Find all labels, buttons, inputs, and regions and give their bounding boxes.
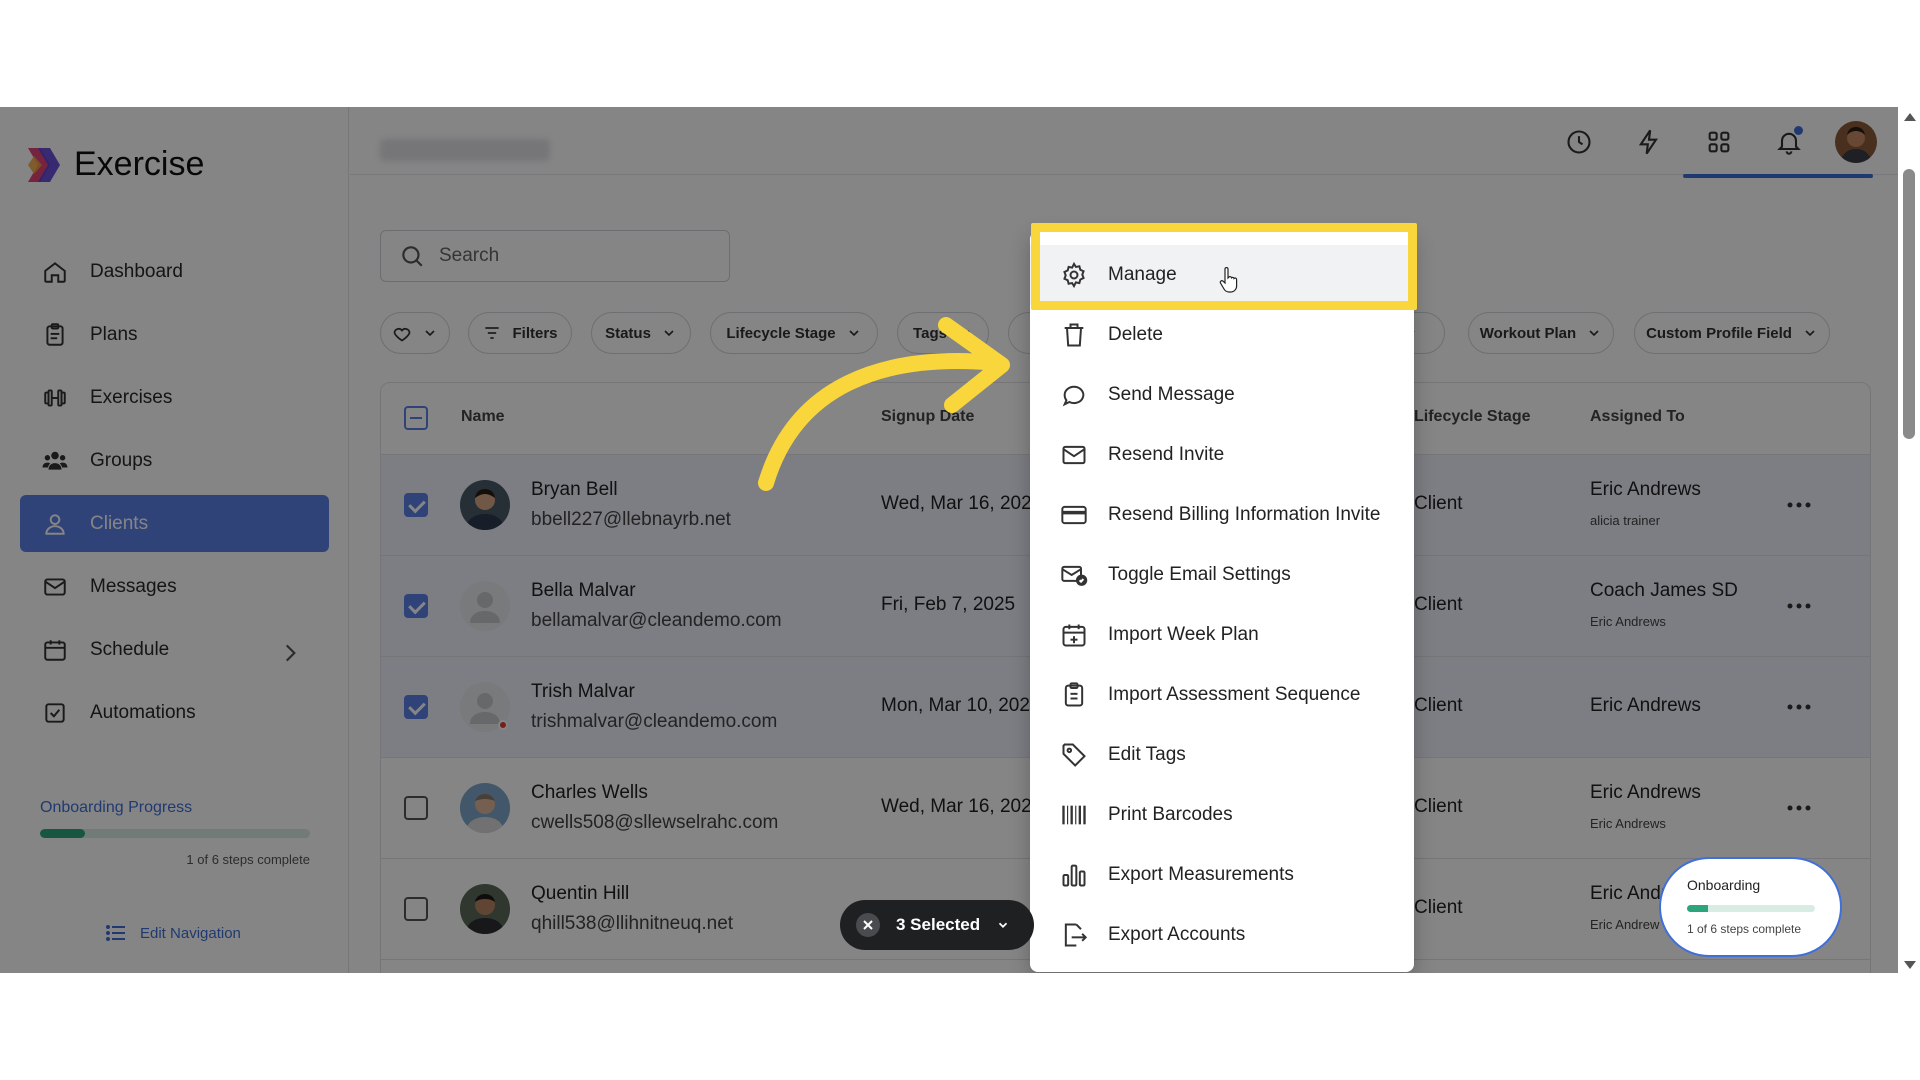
menu-item-label: Send Message — [1108, 384, 1235, 405]
mail-icon — [1062, 445, 1086, 465]
menu-item-label: Export Accounts — [1108, 924, 1246, 945]
barcode-icon — [1062, 805, 1086, 825]
onboarding-widget-steps: 1 of 6 steps complete — [1687, 922, 1802, 936]
bar-chart-icon — [1062, 864, 1086, 887]
onboarding-widget-bar — [1687, 905, 1815, 912]
menu-item-resend-invite[interactable]: Resend Invite — [1030, 425, 1414, 485]
tutorial-arrow-icon — [758, 317, 1010, 491]
clear-selection-button[interactable] — [856, 913, 880, 937]
menu-item-label: Export Measurements — [1108, 864, 1294, 885]
chat-bubble-icon — [1062, 385, 1085, 407]
menu-item-edit-tags[interactable]: Edit Tags — [1030, 725, 1414, 785]
close-icon — [863, 920, 873, 930]
menu-item-import-assessment-sequence[interactable]: Import Assessment Sequence — [1030, 665, 1414, 725]
credit-card-icon — [1061, 505, 1087, 525]
bulk-actions-menu: Manage Delete Send Message Resend Invite… — [1030, 231, 1414, 972]
chevron-down-icon — [998, 922, 1008, 928]
clipboard-list-icon — [1064, 682, 1084, 707]
scroll-thumb[interactable] — [1903, 169, 1915, 439]
scrollbar[interactable] — [1898, 107, 1920, 973]
onboarding-widget-title: Onboarding — [1687, 877, 1761, 893]
menu-item-label: Import Week Plan — [1108, 624, 1259, 645]
menu-item-send-message[interactable]: Send Message — [1030, 365, 1414, 425]
menu-item-print-barcodes[interactable]: Print Barcodes — [1030, 785, 1414, 845]
menu-item-export-measurements[interactable]: Export Measurements — [1030, 845, 1414, 905]
calendar-plus-icon — [1062, 624, 1086, 647]
menu-item-label: Delete — [1108, 324, 1163, 345]
selection-bar[interactable]: 3 Selected — [840, 900, 1034, 950]
scroll-down-arrow[interactable] — [1904, 961, 1916, 969]
hand-cursor-icon — [1219, 267, 1238, 293]
menu-item-label: Import Assessment Sequence — [1108, 684, 1361, 705]
menu-item-resend-billing-invite[interactable]: Resend Billing Information Invite — [1030, 485, 1414, 545]
menu-item-import-week-plan[interactable]: Import Week Plan — [1030, 605, 1414, 665]
menu-item-label: Resend Billing Information Invite — [1108, 504, 1381, 525]
menu-item-label: Toggle Email Settings — [1108, 564, 1291, 585]
menu-item-delete[interactable]: Delete — [1030, 305, 1414, 365]
file-export-icon — [1064, 923, 1088, 947]
onboarding-widget[interactable]: Onboarding 1 of 6 steps complete — [1659, 857, 1842, 957]
menu-item-label: Print Barcodes — [1108, 804, 1233, 825]
menu-item-label: Resend Invite — [1108, 444, 1225, 465]
trash-icon — [1064, 323, 1084, 347]
menu-item-label: Edit Tags — [1108, 744, 1186, 765]
selected-count: 3 Selected — [896, 915, 981, 934]
scroll-up-arrow[interactable] — [1904, 113, 1916, 121]
tag-icon — [1062, 743, 1086, 767]
onboarding-widget-fill — [1687, 905, 1709, 912]
mail-check-icon — [1061, 565, 1088, 586]
menu-item-toggle-email-settings[interactable]: Toggle Email Settings — [1030, 545, 1414, 605]
menu-item-export-accounts[interactable]: Export Accounts — [1030, 905, 1414, 965]
